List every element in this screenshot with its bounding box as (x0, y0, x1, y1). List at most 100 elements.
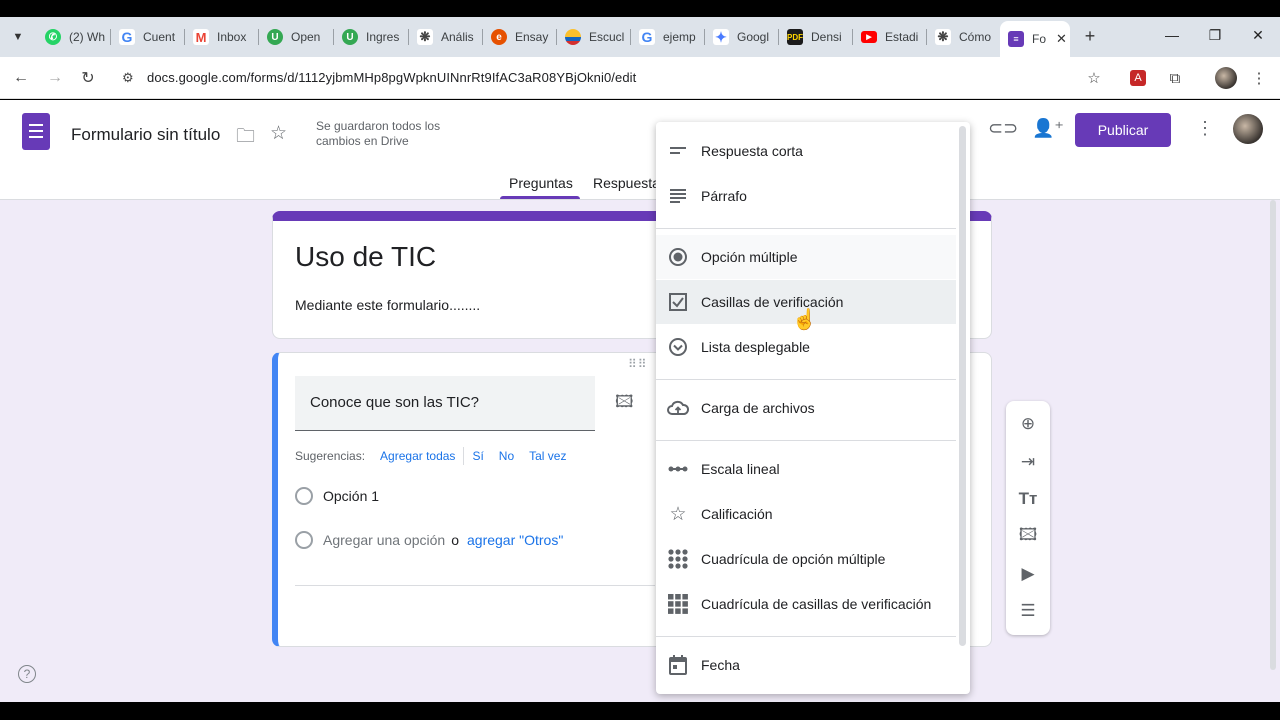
browser-tab[interactable]: Escucl (565, 24, 627, 50)
menu-item-date[interactable]: Fecha (656, 643, 956, 687)
page-scrollbar[interactable] (1270, 200, 1276, 670)
bookmark-star-icon[interactable]: ☆ (1083, 67, 1105, 89)
form-heading[interactable]: Uso de TIC (295, 241, 436, 273)
browser-tab-active[interactable]: ≡ Fo ✕ (1000, 21, 1070, 57)
google-icon: G (639, 29, 655, 45)
site-info-icon[interactable]: ⚙ (122, 70, 134, 86)
browser-tab[interactable]: ✦ Googl (713, 24, 775, 50)
dot-grid-icon (667, 548, 689, 570)
browser-tab[interactable]: G Cuent (119, 24, 181, 50)
browser-tab[interactable]: U Open (267, 24, 329, 50)
reload-icon[interactable]: ↻ (77, 67, 99, 89)
drag-handle-icon[interactable]: ⠿⠿ (628, 357, 648, 371)
add-title-icon[interactable]: Tт (1017, 488, 1039, 510)
editor-tabs: Preguntas Respuesta (0, 170, 1280, 200)
browser-tab[interactable]: U Ingres (342, 24, 404, 50)
suggest-add-all-button[interactable]: Agregar todas (380, 449, 455, 463)
menu-item-multiple-choice-grid[interactable]: Cuadrícula de opción múltiple (656, 537, 956, 581)
browser-tab[interactable]: ▶ Estadi (861, 24, 923, 50)
add-image-icon[interactable]: 🖾 (615, 389, 634, 418)
add-image-icon[interactable]: 🖾 (1017, 525, 1039, 547)
form-title[interactable]: Formulario sin título (71, 125, 220, 145)
tab-responses[interactable]: Respuesta (593, 175, 660, 191)
radio-button-icon (295, 531, 313, 549)
forward-arrow-icon[interactable]: → (44, 67, 66, 89)
extensions-puzzle-icon[interactable]: ⧉ (1164, 67, 1186, 89)
question-input[interactable]: Conoce que son las TIC? (295, 376, 595, 431)
add-other-button[interactable]: agregar "Otros" (467, 532, 563, 548)
menu-item-linear-scale[interactable]: Escala lineal (656, 447, 956, 491)
star-icon[interactable]: ☆ (270, 122, 287, 145)
gemini-icon: ✦ (713, 29, 729, 45)
close-tab-icon[interactable]: ✕ (1056, 31, 1067, 47)
folder-icon[interactable]: 🗀 (236, 122, 255, 154)
calendar-icon (667, 654, 689, 676)
forms-editor: Formulario sin título 🗀 ☆ Se guardaron t… (0, 100, 1280, 702)
suggestions-row: Sugerencias: Agregar todas Sí No Tal vez (295, 447, 567, 465)
forms-header: Formulario sin título 🗀 ☆ Se guardaron t… (0, 100, 1280, 200)
flag-icon (565, 29, 581, 45)
account-avatar[interactable] (1233, 114, 1263, 144)
browser-tab[interactable]: ✆ (2) Wh (45, 24, 107, 50)
menu-item-checkbox-grid[interactable]: Cuadrícula de casillas de verificación (656, 582, 956, 626)
browser-tab[interactable]: ❋ Cómo (935, 24, 997, 50)
minimize-icon[interactable]: — (1162, 27, 1182, 43)
pdf-icon: PDF (787, 29, 803, 45)
new-tab-plus-icon[interactable]: + (1080, 26, 1100, 47)
import-questions-icon[interactable]: ⇥ (1017, 451, 1039, 473)
profile-avatar[interactable] (1215, 67, 1237, 89)
add-section-icon[interactable]: ☰ (1017, 600, 1039, 622)
browser-tab[interactable]: G ejemp (639, 24, 701, 50)
radio-button-icon (295, 487, 313, 505)
browser-tab[interactable]: e Ensay (491, 24, 553, 50)
radio-button-icon (667, 246, 689, 268)
restore-window-icon[interactable]: ❐ (1205, 27, 1225, 44)
menu-item-file-upload[interactable]: Carga de archivos (656, 386, 956, 430)
dropdown-icon (667, 336, 689, 358)
more-options-icon[interactable]: ⋮ (1196, 118, 1214, 139)
tab-questions[interactable]: Preguntas (509, 175, 573, 191)
question-type-menu: Respuesta corta Párrafo Opción múltiple … (656, 122, 970, 694)
add-collaborator-icon[interactable]: 👤⁺ (1032, 118, 1064, 139)
add-option-row: Agregar una opción o agregar "Otros" (295, 531, 563, 549)
link-icon[interactable]: ⊂⊃ (988, 118, 1018, 139)
menu-item-rating[interactable]: ☆ Calificación (656, 492, 956, 536)
youtube-icon: ▶ (861, 31, 877, 43)
menu-scrollbar[interactable] (959, 126, 966, 646)
address-bar[interactable]: ⚙ docs.google.com/forms/d/1112yjbmMHp8pg… (110, 62, 1110, 94)
close-window-icon[interactable]: ✕ (1248, 27, 1268, 44)
tab-search-chevron-icon[interactable]: ▼ (8, 27, 28, 47)
add-question-icon[interactable]: ⊕ (1017, 413, 1039, 435)
forms-logo-icon[interactable] (22, 113, 50, 150)
whatsapp-icon: ✆ (45, 29, 61, 45)
browser-toolbar: ← → ↻ ⚙ docs.google.com/forms/d/1112yjbm… (0, 57, 1280, 99)
menu-item-paragraph[interactable]: Párrafo (656, 174, 956, 218)
option-row[interactable]: Opción 1 (295, 487, 379, 505)
suggestion-chip[interactable]: Tal vez (529, 449, 566, 463)
suggestion-chip[interactable]: No (499, 449, 514, 463)
menu-item-short-answer[interactable]: Respuesta corta (656, 129, 956, 173)
paragraph-icon (667, 185, 689, 207)
back-arrow-icon[interactable]: ← (10, 67, 32, 89)
suggestion-chip[interactable]: Sí (472, 449, 483, 463)
form-description[interactable]: Mediante este formulario........ (295, 297, 480, 313)
mouse-pointer-icon: ☝ (792, 309, 817, 331)
menu-item-multiple-choice[interactable]: Opción múltiple (656, 235, 956, 279)
publish-button[interactable]: Publicar (1075, 113, 1171, 147)
gmail-icon: M (193, 29, 209, 45)
help-icon[interactable]: ? (18, 665, 36, 683)
google-icon: G (119, 29, 135, 45)
active-tab-indicator (500, 196, 580, 199)
acrobat-extension-icon[interactable]: A (1130, 70, 1146, 86)
browser-tab[interactable]: PDF Densi (787, 24, 849, 50)
browser-menu-icon[interactable]: ⋮ (1248, 67, 1270, 89)
add-option-button[interactable]: Agregar una opción (323, 532, 445, 548)
add-video-icon[interactable]: ▶ (1017, 563, 1039, 585)
circle-icon: e (491, 29, 507, 45)
browser-tab[interactable]: M Inbox (193, 24, 253, 50)
openai-icon: ❋ (935, 29, 951, 45)
browser-tab[interactable]: ❋ Anális (417, 24, 479, 50)
browser-tab-bar: ▼ ✆ (2) Wh G Cuent M Inbox U Open U Ingr… (0, 17, 1280, 57)
url-text: docs.google.com/forms/d/1112yjbmMHp8pgWp… (147, 70, 637, 85)
linear-scale-icon (667, 458, 689, 480)
